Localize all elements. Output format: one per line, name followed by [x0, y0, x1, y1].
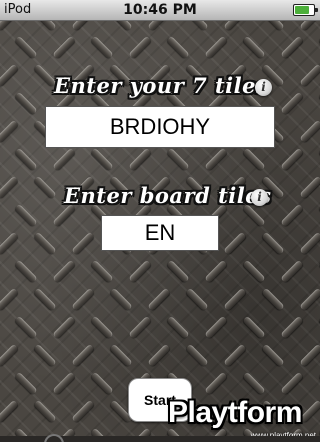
plate-tread [33, 287, 57, 312]
status-time: 10:46 PM [123, 2, 197, 18]
info-icon[interactable]: i [251, 189, 268, 206]
plate-tread [90, 35, 114, 60]
plate-tread [299, 175, 320, 200]
plate-tread [185, 343, 209, 368]
plate-tread [14, 91, 38, 116]
board-tiles-input[interactable]: EN [101, 215, 219, 251]
plate-tread [71, 231, 95, 256]
plate-tread [0, 63, 19, 88]
bottom-edge [0, 434, 320, 442]
plate-tread [166, 147, 190, 172]
plate-tread [0, 399, 19, 424]
plate-tread [147, 287, 171, 312]
plate-tread [280, 315, 304, 340]
plate-tread [90, 315, 114, 340]
board-tiles-heading: Enter board tiles [64, 183, 272, 208]
plate-tread [0, 119, 19, 144]
plate-tread [242, 147, 266, 172]
plate-tread [14, 371, 38, 396]
plate-tread [71, 287, 95, 312]
plate-tread [204, 147, 228, 172]
plate-tread [33, 231, 57, 256]
plate-tread [109, 287, 133, 312]
plate-tread [166, 259, 190, 284]
plate-tread [0, 231, 19, 256]
plate-tread [242, 259, 266, 284]
plate-tread [280, 259, 304, 284]
plate-tread [185, 287, 209, 312]
plate-tread [299, 287, 320, 312]
plate-tread [128, 315, 152, 340]
info-icon[interactable]: i [255, 79, 272, 96]
plate-tread [52, 35, 76, 60]
plate-tread [204, 259, 228, 284]
plate-tread [166, 35, 190, 60]
status-bar: iPod 10:46 PM [0, 0, 320, 21]
plate-tread [299, 63, 320, 88]
plate-tread [280, 91, 304, 116]
plate-tread [166, 315, 190, 340]
watermark-logo: Playtform [168, 396, 302, 429]
plate-tread [299, 231, 320, 256]
rack-tiles-input[interactable]: BRDIOHY [45, 106, 275, 148]
plate-tread [280, 35, 304, 60]
plate-tread [299, 343, 320, 368]
plate-tread [52, 259, 76, 284]
plate-tread [14, 147, 38, 172]
plate-tread [204, 315, 228, 340]
plate-tread [52, 315, 76, 340]
plate-tread [71, 343, 95, 368]
plate-tread [90, 259, 114, 284]
plate-tread [14, 203, 38, 228]
plate-tread [90, 147, 114, 172]
plate-tread [52, 371, 76, 396]
plate-tread [128, 35, 152, 60]
plate-tread [14, 35, 38, 60]
plate-tread [14, 259, 38, 284]
plate-tread [52, 147, 76, 172]
plate-tread [261, 287, 285, 312]
plate-tread [33, 175, 57, 200]
plate-tread [280, 147, 304, 172]
plate-tread [109, 343, 133, 368]
battery-icon [293, 4, 318, 16]
plate-tread [0, 287, 19, 312]
plate-tread [0, 175, 19, 200]
plate-tread [280, 203, 304, 228]
plate-tread [147, 343, 171, 368]
plate-tread [128, 147, 152, 172]
app-screen: iPod 10:46 PM Enter your 7 tiles i BRDIO… [0, 0, 320, 442]
plate-tread [261, 343, 285, 368]
battery-tip [315, 8, 318, 12]
plate-tread [223, 343, 247, 368]
battery-fill [295, 6, 310, 14]
plate-tread [204, 371, 228, 396]
plate-tread [223, 231, 247, 256]
plate-tread [261, 231, 285, 256]
plate-tread [242, 315, 266, 340]
plate-tread [90, 371, 114, 396]
plate-tread [242, 35, 266, 60]
plate-tread [33, 343, 57, 368]
plate-tread [242, 371, 266, 396]
plate-tread [33, 399, 57, 424]
plate-tread [14, 315, 38, 340]
plate-tread [299, 119, 320, 144]
plate-tread [223, 287, 247, 312]
rack-tiles-heading: Enter your 7 tiles [54, 73, 269, 98]
plate-tread [128, 259, 152, 284]
plate-tread [0, 343, 19, 368]
plate-tread [71, 399, 95, 424]
plate-tread [204, 35, 228, 60]
plate-tread [280, 371, 304, 396]
